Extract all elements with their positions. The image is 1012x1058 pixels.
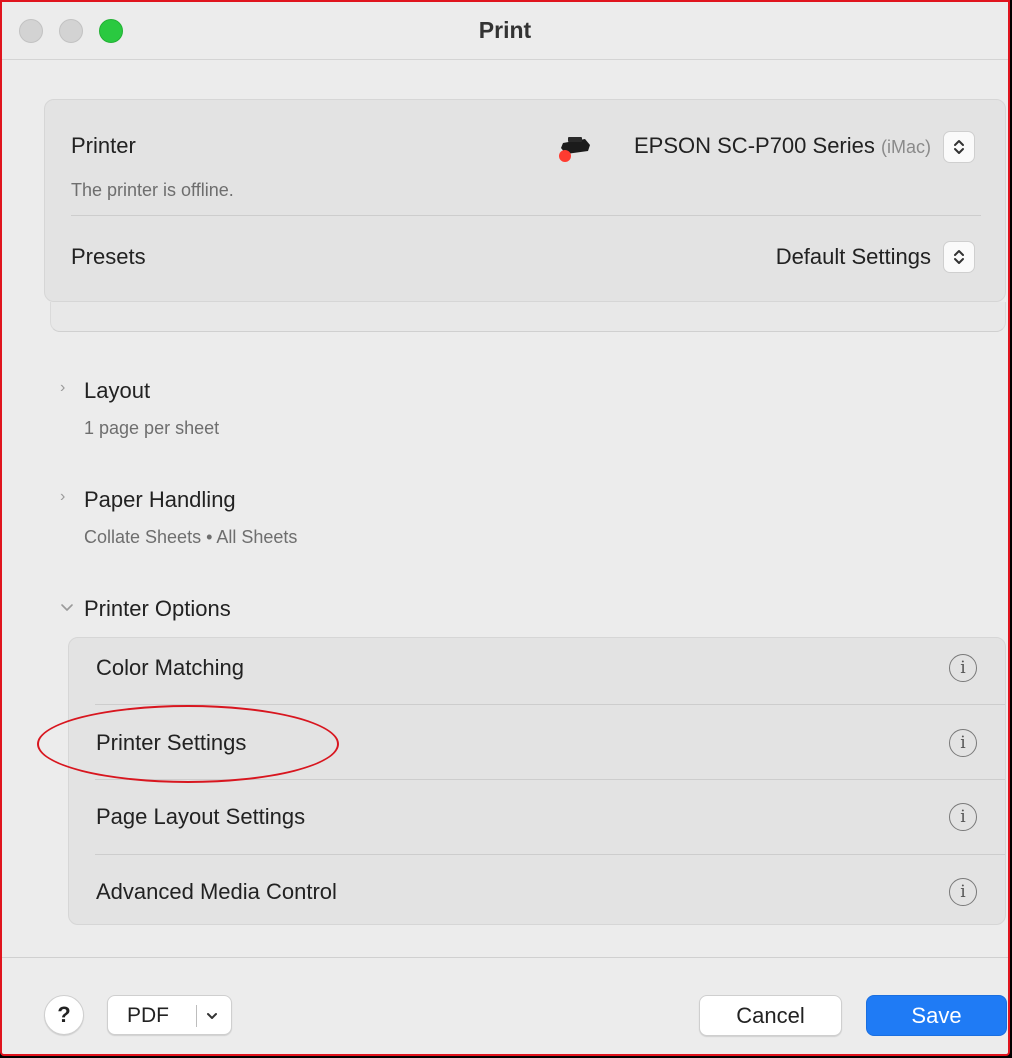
info-icon[interactable]: i xyxy=(949,803,977,831)
pdf-label: PDF xyxy=(127,1004,169,1027)
window-title: Print xyxy=(478,17,532,43)
option-label: Page Layout Settings xyxy=(96,804,306,829)
save-button[interactable]: Save xyxy=(866,995,1007,1036)
section-paper-handling-title: Paper Handling xyxy=(84,487,236,512)
annotation-ellipse xyxy=(37,705,339,783)
title-bar: Print xyxy=(2,2,1008,60)
option-advanced-media-control[interactable]: Advanced Media Control i xyxy=(69,863,1005,938)
cancel-button[interactable]: Cancel xyxy=(699,995,842,1036)
info-icon[interactable]: i xyxy=(949,878,977,906)
option-label: Color Matching xyxy=(96,655,244,680)
printer-icon xyxy=(559,137,590,162)
printer-status-text: The printer is offline. xyxy=(71,180,234,200)
printer-card: Printer EPSON SC-P700 Series (iMac) The … xyxy=(44,99,1006,302)
print-dialog: Print Printer EPSON SC-P700 Series (iMac… xyxy=(0,0,1010,1056)
option-label: Advanced Media Control xyxy=(96,879,337,904)
divider xyxy=(95,854,1005,855)
section-paper-handling-summary: Collate Sheets • All Sheets xyxy=(84,527,298,547)
presets-label: Presets xyxy=(71,244,146,269)
footer-divider xyxy=(2,957,1008,958)
presets-stepper-icon[interactable] xyxy=(943,241,975,273)
printer-label: Printer xyxy=(71,133,136,158)
section-printer-options-title: Printer Options xyxy=(84,596,231,621)
card-stack-shadow xyxy=(50,302,1006,332)
pdf-menu-button[interactable]: PDF xyxy=(107,995,232,1035)
divider xyxy=(95,704,1005,705)
chevron-right-icon: › xyxy=(60,379,66,396)
printer-location: (iMac) xyxy=(881,137,931,157)
section-layout-summary: 1 page per sheet xyxy=(84,418,220,438)
chevron-down-icon xyxy=(61,604,73,611)
info-icon[interactable]: i xyxy=(949,654,977,682)
option-color-matching[interactable]: Color Matching i xyxy=(69,638,1005,713)
chevron-right-icon: › xyxy=(60,488,66,505)
offline-status-dot xyxy=(559,150,571,162)
info-icon[interactable]: i xyxy=(949,729,977,757)
printer-stepper-icon[interactable] xyxy=(943,131,975,163)
option-page-layout-settings[interactable]: Page Layout Settings i xyxy=(69,788,1005,863)
presets-popup[interactable]: Default Settings xyxy=(776,244,931,270)
divider xyxy=(196,1005,197,1027)
divider xyxy=(71,215,981,216)
printer-popup[interactable]: EPSON SC-P700 Series (iMac) xyxy=(634,133,931,159)
chevron-down-icon[interactable] xyxy=(204,1008,220,1024)
section-layout-title: Layout xyxy=(84,378,151,403)
help-button[interactable]: ? xyxy=(44,995,84,1035)
printer-name: EPSON SC-P700 Series xyxy=(634,133,875,158)
